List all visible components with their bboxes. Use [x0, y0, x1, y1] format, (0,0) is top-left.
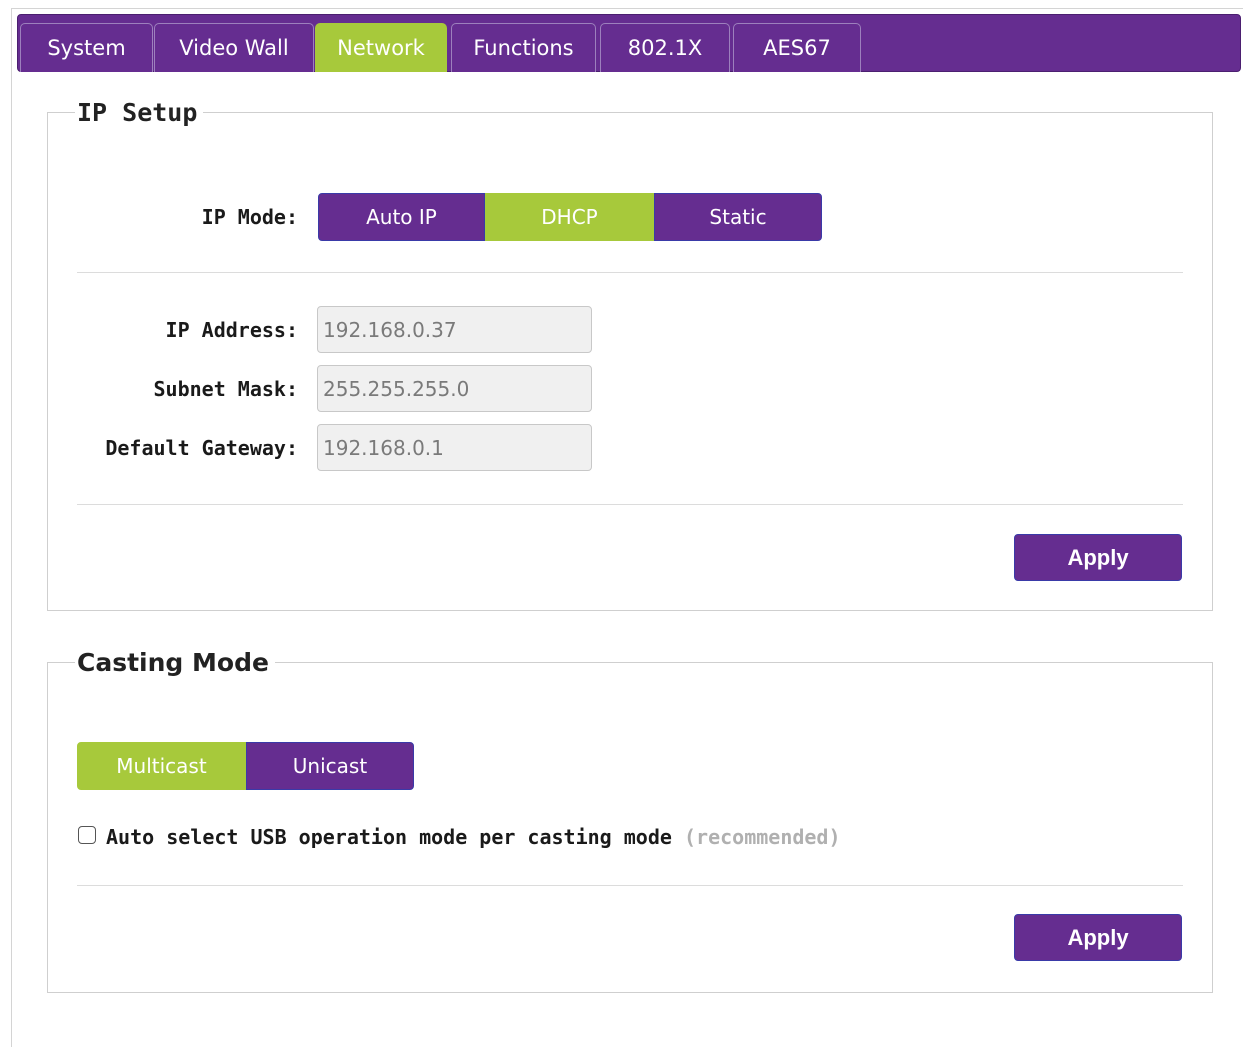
usb-auto-select-recommended-note: (recommended) [683, 825, 841, 849]
ip-setup-title: IP Setup [75, 98, 204, 128]
casting-mode-unicast-button[interactable]: Unicast [246, 742, 414, 790]
casting-mode-title: Casting Mode [75, 648, 275, 678]
usb-auto-select-label-text: Auto select USB operation mode per casti… [106, 825, 672, 849]
tab-bar: System Video Wall Network Functions 802.… [17, 14, 1241, 72]
casting-mode-multicast-button[interactable]: Multicast [77, 742, 246, 790]
tab-system[interactable]: System [20, 23, 153, 72]
casting-mode-apply-button[interactable]: Apply [1014, 914, 1182, 961]
tab-aes67[interactable]: AES67 [733, 23, 861, 72]
subnet-mask-field[interactable] [317, 365, 592, 412]
tab-functions[interactable]: Functions [451, 23, 596, 72]
page-frame-top-border [11, 8, 1243, 9]
ip-mode-auto-ip-button[interactable]: Auto IP [318, 193, 485, 241]
ip-mode-label: IP Mode: [201, 205, 298, 229]
ip-setup-divider-top [77, 272, 1183, 273]
usb-auto-select-label: Auto select USB operation mode per casti… [106, 825, 841, 849]
ip-mode-dhcp-button[interactable]: DHCP [485, 193, 654, 241]
tab-video-wall[interactable]: Video Wall [154, 23, 314, 72]
subnet-mask-label: Subnet Mask: [153, 377, 299, 401]
usb-auto-select-checkbox[interactable] [78, 826, 96, 844]
ip-address-label: IP Address: [165, 318, 298, 342]
default-gateway-field[interactable] [317, 424, 592, 471]
ip-address-field[interactable] [317, 306, 592, 353]
ip-setup-apply-button[interactable]: Apply [1014, 534, 1182, 581]
ip-mode-static-button[interactable]: Static [654, 193, 822, 241]
page-frame-left-border [11, 8, 12, 1047]
default-gateway-label: Default Gateway: [105, 436, 298, 460]
ip-setup-divider-bottom [77, 504, 1183, 505]
casting-mode-divider [77, 885, 1183, 886]
tab-802-1x[interactable]: 802.1X [600, 23, 730, 72]
tab-network[interactable]: Network [315, 23, 447, 72]
